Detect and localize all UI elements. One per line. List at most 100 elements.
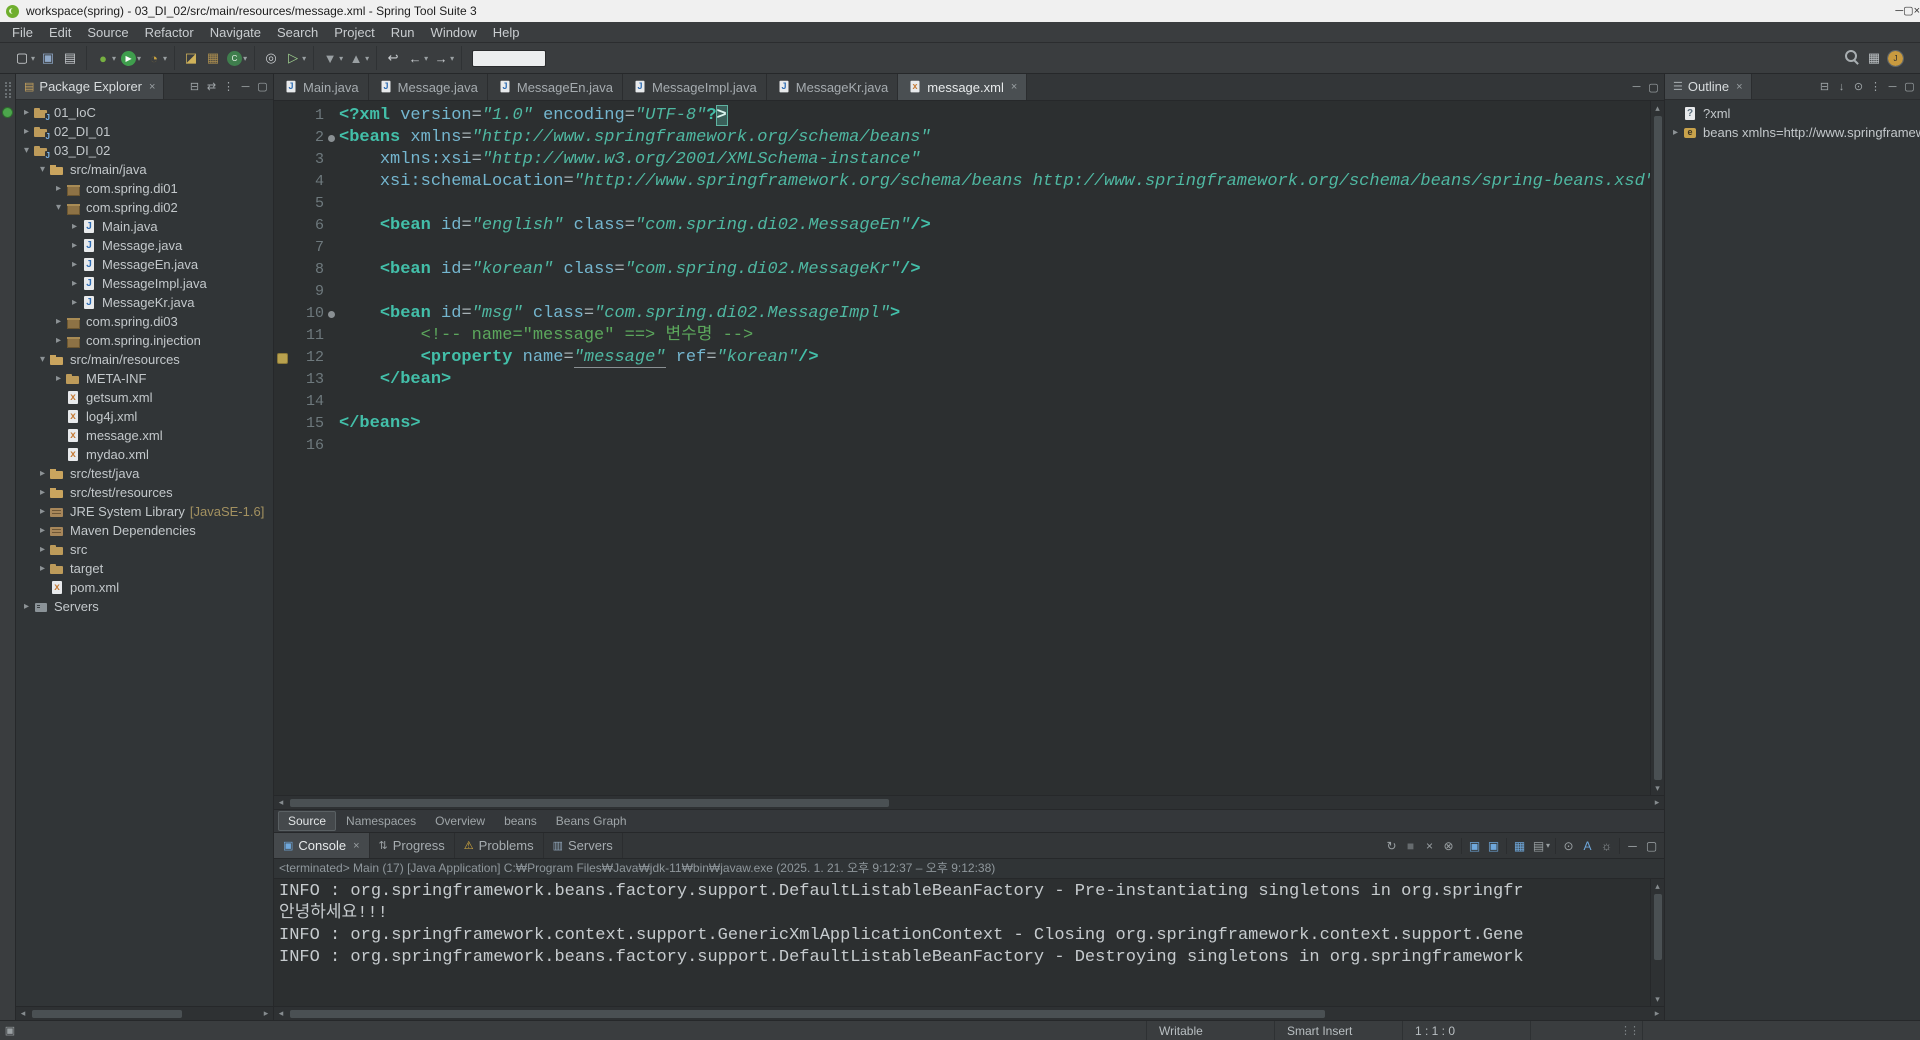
- tree-item[interactable]: ▸ com.spring.di03: [16, 312, 273, 331]
- tree-item[interactable]: ▾ src/main/java: [16, 160, 273, 179]
- chevron-right-icon[interactable]: ▸: [36, 525, 49, 536]
- scroll-left-icon[interactable]: ◂: [274, 797, 288, 808]
- tree-item[interactable]: pom.xml: [16, 578, 273, 597]
- restore-view-icon[interactable]: [2, 107, 13, 118]
- outline-item[interactable]: ▸ beans xmlns=http://www.springframework.…: [1665, 123, 1920, 142]
- dropdown-arrow-icon[interactable]: ▾: [339, 54, 343, 63]
- open-perspective-icon[interactable]: ▦: [1864, 48, 1884, 68]
- tree-item[interactable]: ▸ Message.java: [16, 236, 273, 255]
- scroll-down-icon[interactable]: ▾: [1651, 992, 1664, 1006]
- subtab-beans[interactable]: beans: [495, 812, 546, 830]
- chevron-right-icon[interactable]: ▸: [68, 297, 81, 308]
- chevron-right-icon[interactable]: ▸: [68, 221, 81, 232]
- collapse-all-icon[interactable]: ⊟: [1816, 78, 1833, 95]
- new-java-project-icon[interactable]: ◪: [181, 48, 201, 68]
- tree-item[interactable]: ▸ MessageKr.java: [16, 293, 273, 312]
- tree-item[interactable]: ▸ src/test/java: [16, 464, 273, 483]
- subtab-source[interactable]: Source: [278, 811, 337, 831]
- chevron-down-icon[interactable]: ▾: [36, 354, 49, 365]
- xml-editor[interactable]: 1 <?xml version="1.0" encoding="UTF-8"?> 2…: [274, 101, 1664, 795]
- chevron-right-icon[interactable]: ▸: [1669, 127, 1682, 138]
- chevron-right-icon[interactable]: ▸: [20, 107, 33, 118]
- dropdown-arrow-icon[interactable]: ▾: [302, 54, 306, 63]
- remove-launch-icon[interactable]: ×: [1420, 836, 1439, 855]
- editor-hscrollbar[interactable]: ◂ ▸: [274, 795, 1664, 809]
- run-icon[interactable]: ▶: [121, 50, 137, 66]
- minimize-icon[interactable]: ─: [1884, 78, 1901, 95]
- code-line[interactable]: 6 <bean id="english" class="com.spring.d…: [274, 215, 1650, 237]
- terminate-icon[interactable]: ■: [1401, 836, 1420, 855]
- tree-item[interactable]: mydao.xml: [16, 445, 273, 464]
- menu-run[interactable]: Run: [383, 23, 423, 42]
- scroll-left-icon[interactable]: ◂: [274, 1008, 288, 1019]
- scroll-right-icon[interactable]: ▸: [1650, 1008, 1664, 1019]
- editor-tab-MessageImpl.java[interactable]: MessageImpl.java: [622, 74, 767, 100]
- tree-item[interactable]: ▸ com.spring.injection: [16, 331, 273, 350]
- fold-marker-icon[interactable]: [324, 127, 339, 149]
- menu-source[interactable]: Source: [79, 23, 136, 42]
- code-line[interactable]: 10 <bean id="msg" class="com.spring.di02…: [274, 303, 1650, 325]
- save-icon[interactable]: ▣: [38, 48, 58, 68]
- fold-marker-icon[interactable]: [324, 303, 339, 325]
- close-icon[interactable]: ×: [353, 840, 359, 852]
- view-menu-icon[interactable]: ⋮: [220, 78, 237, 95]
- menu-edit[interactable]: Edit: [41, 23, 79, 42]
- chevron-right-icon[interactable]: ▸: [36, 544, 49, 555]
- close-button[interactable]: ×: [1914, 5, 1920, 17]
- menu-project[interactable]: Project: [326, 23, 382, 42]
- editor-tab-Message.java[interactable]: Message.java: [368, 74, 488, 100]
- chevron-right-icon[interactable]: ▸: [52, 183, 65, 194]
- code-line[interactable]: 8 <bean id="korean" class="com.spring.di…: [274, 259, 1650, 281]
- close-icon[interactable]: ×: [149, 81, 155, 93]
- tab-outline[interactable]: ☰ Outline ×: [1665, 74, 1752, 99]
- profile-icon[interactable]: ◔: [144, 48, 164, 68]
- minimize-icon[interactable]: ─: [1623, 836, 1642, 855]
- tree-item[interactable]: ▸ src/test/resources: [16, 483, 273, 502]
- menu-navigate[interactable]: Navigate: [202, 23, 269, 42]
- view-menu-icon[interactable]: ⋮: [1867, 78, 1884, 95]
- chevron-right-icon[interactable]: ▸: [36, 506, 49, 517]
- scroll-right-icon[interactable]: ▸: [1650, 797, 1664, 808]
- tree-item[interactable]: ▸ Maven Dependencies: [16, 521, 273, 540]
- tree-item[interactable]: ▸ MessageEn.java: [16, 255, 273, 274]
- code-line[interactable]: 1 <?xml version="1.0" encoding="UTF-8"?>: [274, 105, 1650, 127]
- code-line[interactable]: 3 xmlns:xsi="http://www.w3.org/2001/XMLS…: [274, 149, 1650, 171]
- code-line[interactable]: 7: [274, 237, 1650, 259]
- chevron-right-icon[interactable]: ▸: [52, 316, 65, 327]
- dropdown-arrow-icon[interactable]: ▾: [424, 54, 428, 63]
- menu-refactor[interactable]: Refactor: [137, 23, 202, 42]
- close-icon[interactable]: ×: [1011, 81, 1017, 93]
- last-edit-icon[interactable]: ↩: [383, 48, 403, 68]
- menu-window[interactable]: Window: [423, 23, 485, 42]
- minimize-button[interactable]: ─: [1895, 5, 1903, 17]
- new-wizard-icon[interactable]: ▢: [12, 48, 32, 68]
- maximize-icon[interactable]: ▢: [1642, 836, 1661, 855]
- scroll-up-icon[interactable]: ▴: [1651, 879, 1664, 893]
- external-tools-icon[interactable]: ▷: [283, 48, 303, 68]
- tree-item[interactable]: ▸ Main.java: [16, 217, 273, 236]
- subtab-namespaces[interactable]: Namespaces: [337, 812, 425, 830]
- tree-item[interactable]: ▸ J 02_DI_01: [16, 122, 273, 141]
- chevron-right-icon[interactable]: ▸: [20, 126, 33, 137]
- code-line[interactable]: 9: [274, 281, 1650, 303]
- tree-item[interactable]: ▸ target: [16, 559, 273, 578]
- view-tab-problems[interactable]: ⚠ Problems: [455, 833, 544, 858]
- tree-item[interactable]: ▸ META-INF: [16, 369, 273, 388]
- code-line[interactable]: 12 <property name="message" ref="korean"…: [274, 347, 1650, 369]
- scrollbar-thumb[interactable]: [1654, 116, 1662, 780]
- console-vscrollbar[interactable]: ▴ ▾: [1650, 879, 1664, 1006]
- minimize-icon[interactable]: ─: [1628, 79, 1645, 96]
- scrollbar-thumb[interactable]: [1654, 894, 1662, 960]
- dropdown-arrow-icon[interactable]: ▾: [243, 54, 247, 63]
- editor-tab-MessageEn.java[interactable]: MessageEn.java: [487, 74, 623, 100]
- dropdown-arrow-icon[interactable]: ▾: [31, 54, 35, 63]
- scroll-left-icon[interactable]: ◂: [16, 1008, 30, 1019]
- new-class-icon[interactable]: C: [227, 50, 243, 66]
- trim-stack-icon[interactable]: ▣: [0, 1024, 20, 1037]
- focus-icon[interactable]: ⊙: [1850, 78, 1867, 95]
- view-tab-servers[interactable]: ▥ Servers: [544, 833, 623, 858]
- editor-tab-MessageKr.java[interactable]: MessageKr.java: [766, 74, 899, 100]
- chevron-right-icon[interactable]: ▸: [68, 240, 81, 251]
- debug-icon[interactable]: ●: [93, 48, 113, 68]
- minimize-icon[interactable]: ─: [237, 78, 254, 95]
